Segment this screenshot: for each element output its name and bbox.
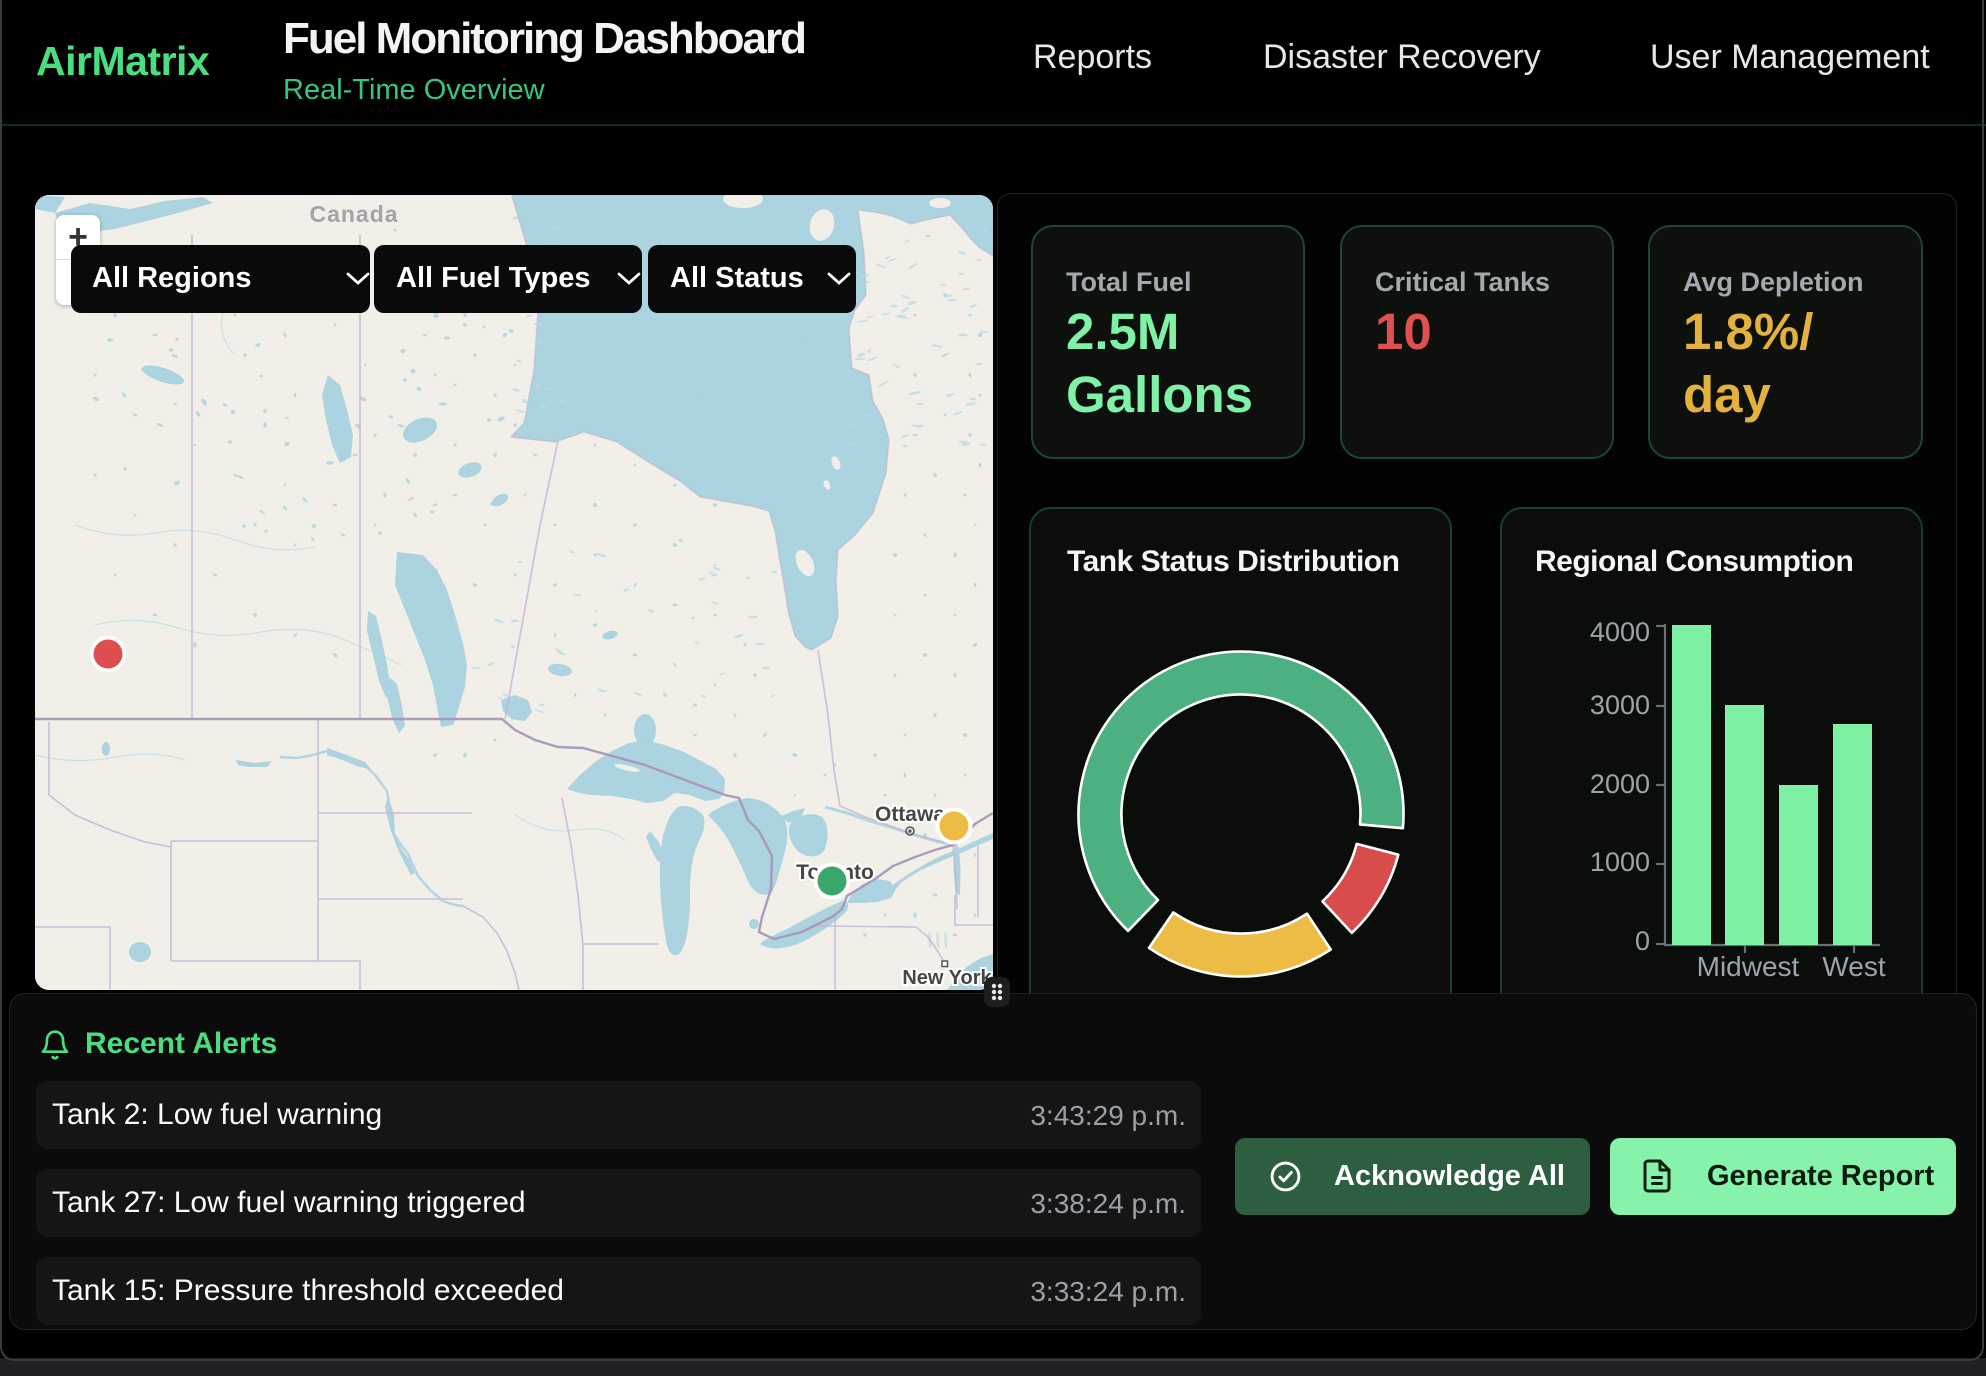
svg-text:4000: 4000 <box>1590 617 1650 647</box>
svg-text:2000: 2000 <box>1590 769 1650 799</box>
svg-text:1000: 1000 <box>1590 847 1650 877</box>
svg-text:Ottawa: Ottawa <box>875 803 945 826</box>
svg-text:0: 0 <box>1635 926 1650 956</box>
svg-text:Canada: Canada <box>309 201 398 227</box>
svg-text:Midwest: Midwest <box>1697 951 1800 982</box>
svg-text:3000: 3000 <box>1590 690 1650 720</box>
svg-text:New York: New York <box>902 967 992 989</box>
svg-text:West: West <box>1822 951 1885 982</box>
